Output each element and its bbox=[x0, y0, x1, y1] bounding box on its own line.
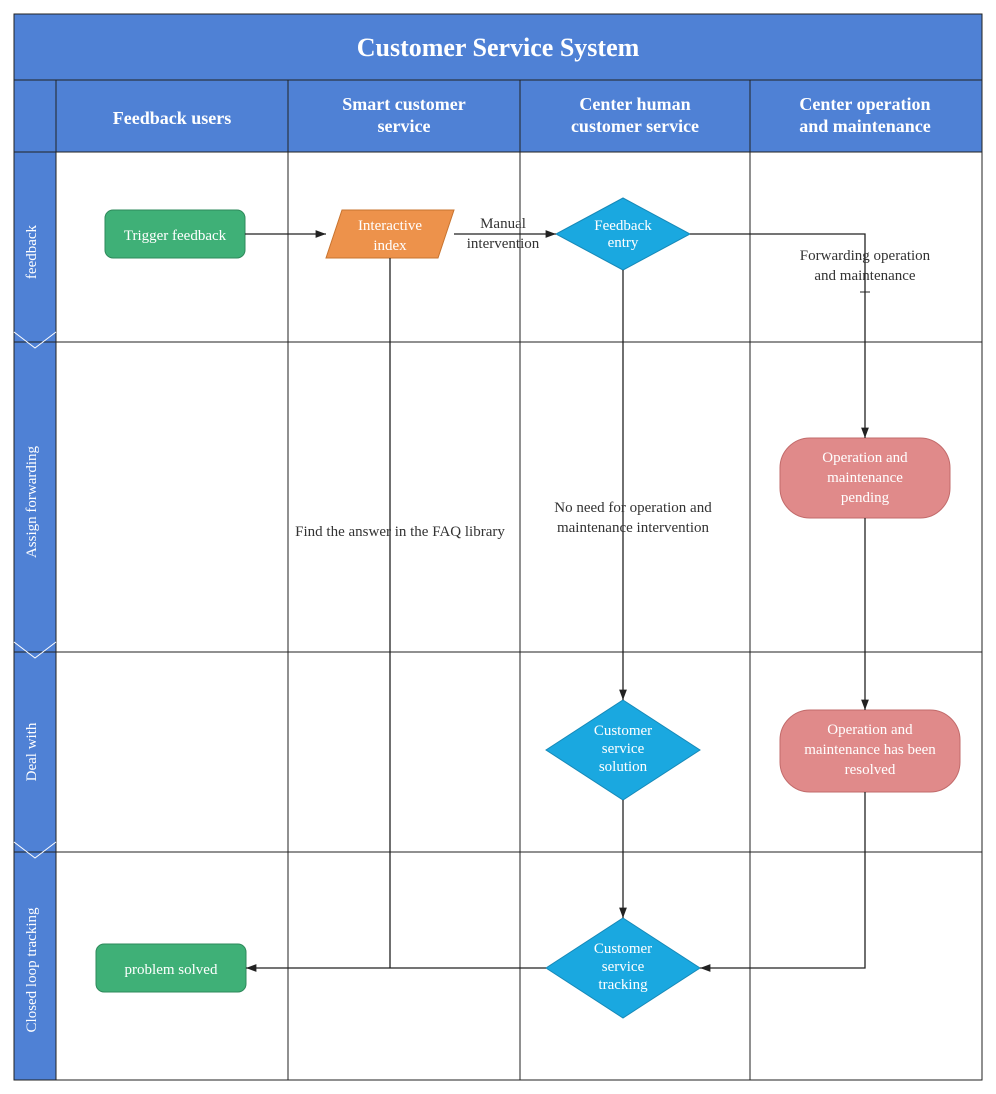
col-header-2-label-a: Smart customer bbox=[342, 94, 465, 114]
node-cs-tracking-l1: Customer bbox=[594, 941, 652, 957]
col-header-3-label-a: Center human bbox=[579, 94, 690, 114]
node-cs-solution-l2: service bbox=[602, 741, 645, 757]
edge-label-manual-l2: intervention bbox=[467, 236, 540, 252]
edge-label-faq: Find the answer in the FAQ library bbox=[295, 524, 505, 540]
row-header-1: feedback bbox=[24, 224, 40, 279]
node-om-pending-l2: maintenance bbox=[827, 470, 903, 486]
diagram-canvas: Customer Service System Feedback users S… bbox=[0, 0, 996, 1094]
node-trigger-feedback-label: Trigger feedback bbox=[124, 228, 227, 244]
row-header-3: Deal with bbox=[24, 722, 40, 781]
node-om-resolved-l1: Operation and bbox=[827, 722, 913, 738]
edge-label-noneed-l2: maintenance intervention bbox=[557, 520, 710, 536]
outer-border bbox=[14, 14, 982, 1080]
col-header-4-label-b: and maintenance bbox=[799, 116, 931, 136]
node-cs-solution-l3: solution bbox=[599, 759, 648, 775]
node-om-pending-l3: pending bbox=[841, 490, 890, 506]
node-interactive-index-l2: index bbox=[373, 238, 407, 254]
col-header-3-label-b: customer service bbox=[571, 116, 699, 136]
diagram-title: Customer Service System bbox=[357, 33, 640, 62]
node-om-resolved-l3: resolved bbox=[845, 762, 896, 778]
node-feedback-entry-l2: entry bbox=[608, 235, 639, 251]
node-om-resolved-l2: maintenance has been bbox=[804, 742, 936, 758]
edge-label-forward-l2: and maintenance bbox=[814, 268, 916, 284]
col-header-1-label: Feedback users bbox=[113, 108, 232, 128]
edge-label-noneed-l1: No need for operation and bbox=[554, 500, 712, 516]
edge-label-forward-l1: Forwarding operation bbox=[800, 248, 931, 264]
node-interactive-index-l1: Interactive bbox=[358, 218, 422, 234]
node-feedback-entry-l1: Feedback bbox=[594, 218, 652, 234]
col-header-2-label-b: service bbox=[378, 116, 431, 136]
node-cs-tracking-l3: tracking bbox=[598, 977, 648, 993]
row-header-4: Closed loop tracking bbox=[24, 907, 40, 1032]
edge-label-manual-l1: Manual bbox=[480, 216, 526, 232]
node-cs-tracking-l2: service bbox=[602, 959, 645, 975]
node-cs-solution-l1: Customer bbox=[594, 723, 652, 739]
node-om-pending-l1: Operation and bbox=[822, 450, 908, 466]
node-problem-solved-label: problem solved bbox=[125, 962, 218, 978]
col-header-4-label-a: Center operation bbox=[799, 94, 930, 114]
row-header-2: Assign forwarding bbox=[24, 445, 40, 558]
